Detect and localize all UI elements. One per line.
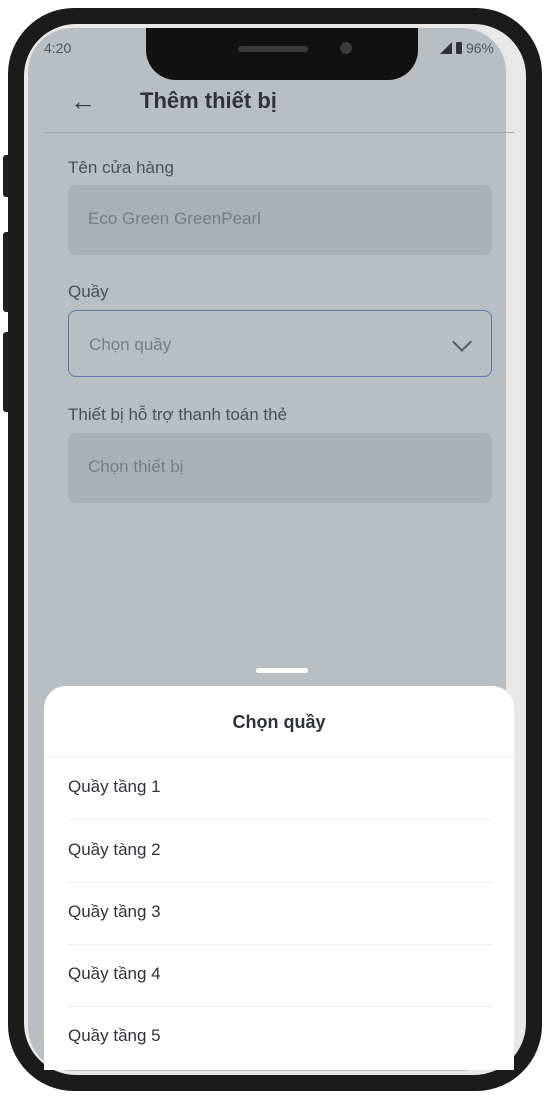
page-title: Thêm thiết bị: [140, 88, 277, 113]
counter-label: Quầy: [68, 282, 109, 301]
status-right: 96%: [439, 40, 494, 56]
option-label: Quầy tầng 5: [68, 1026, 161, 1045]
chevron-down-icon: [452, 332, 472, 352]
option-label: Quầy tầng 3: [68, 902, 161, 921]
counter-placeholder: Chọn quầy: [89, 335, 172, 354]
app-bar: ← Thêm thiết bị: [44, 78, 522, 132]
device-placeholder: Chọn thiết bị: [88, 457, 184, 476]
battery-icon: [455, 42, 462, 54]
store-name-field: Eco Green GreenPearl: [68, 185, 492, 255]
store-name-label: Tên cửa hàng: [68, 158, 174, 177]
counter-option-5[interactable]: Quầy tầng 5: [66, 1006, 494, 1068]
device-label: Thiết bị hỗ trợ thanh toán thẻ: [68, 405, 288, 424]
sheet-drag-handle[interactable]: [256, 668, 308, 673]
signal-icon: [439, 42, 452, 54]
counter-option-3[interactable]: Quầy tầng 3: [66, 882, 494, 945]
store-name-value: Eco Green GreenPearl: [88, 209, 261, 228]
counter-select[interactable]: Chọn quầy: [68, 310, 492, 377]
option-label: Quầy tầng 1: [68, 777, 161, 796]
app-bar-divider: [44, 132, 514, 133]
counter-option-2[interactable]: Quầy tàng 2: [66, 820, 494, 883]
speaker: [238, 46, 308, 52]
counter-option-1[interactable]: Quầy tầng 1: [66, 757, 494, 820]
battery-percent: 96%: [465, 40, 494, 56]
camera: [340, 42, 352, 54]
sheet-title: Chọn quầy: [232, 712, 326, 732]
option-label: Quầy tàng 2: [68, 840, 161, 859]
option-label: Quầy tầng 4: [68, 964, 161, 983]
notch: [146, 28, 418, 80]
arrow-left-icon[interactable]: ←: [70, 86, 96, 117]
counter-bottom-sheet: Chọn quầy Quầy tầng 1 Quầy tàng 2 Quầy t…: [44, 686, 514, 1070]
counter-option-4[interactable]: Quầy tầng 4: [66, 944, 494, 1007]
status-time: 4:20: [44, 40, 72, 56]
device-select[interactable]: Chọn thiết bị: [68, 433, 492, 503]
